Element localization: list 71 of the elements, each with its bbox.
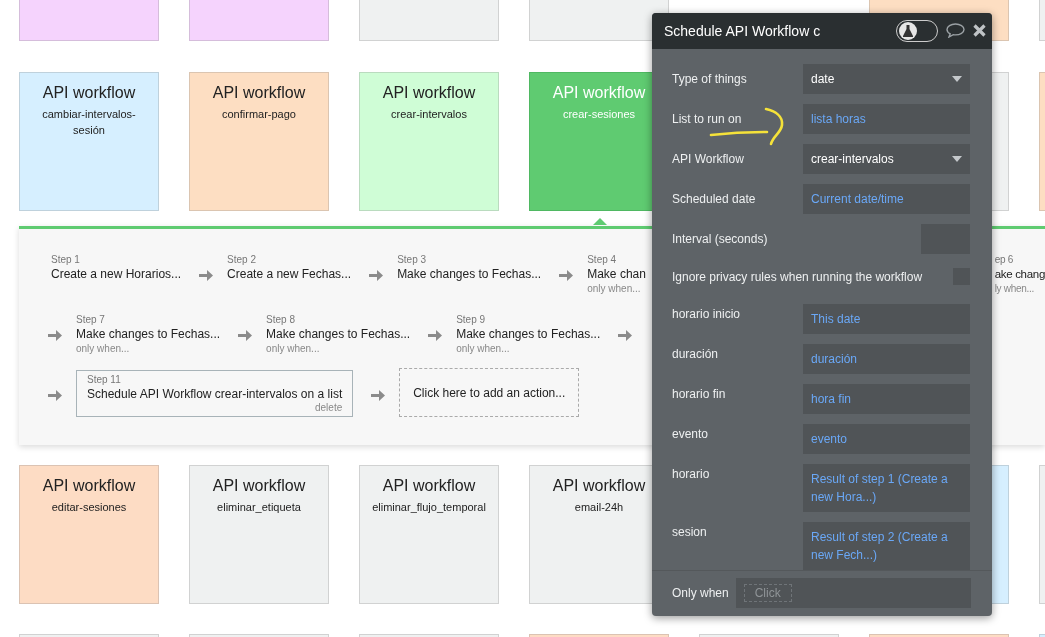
workflow-card[interactable]: API workflow eliminar_flujo_temporal — [359, 465, 499, 604]
card-title: API workflow — [551, 476, 647, 496]
field-label: duración — [672, 345, 719, 362]
step-label: Step 7 — [76, 314, 106, 326]
workflow-card[interactable]: API workflow eliminar_etiqueta — [189, 465, 329, 604]
card-name: eliminar_etiqueta — [216, 500, 302, 515]
caret-icon — [952, 75, 962, 82]
close-icon[interactable] — [973, 24, 986, 38]
card-title: API workflow — [41, 476, 137, 496]
field-label: horario — [672, 465, 710, 482]
step-label: Step 4 — [587, 254, 618, 266]
workflow-card[interactable]: API workflow confirmar-pago — [189, 72, 329, 211]
step-title[interactable]: Make changes to Fechas... — [266, 326, 411, 342]
workflow-card[interactable]: API workflow editar-sesiones — [19, 465, 159, 604]
field-label: Type of things — [672, 70, 747, 87]
card-name: crear-sesiones — [561, 107, 637, 122]
dropdown[interactable]: date — [803, 63, 970, 94]
step-title[interactable]: Schedule API Workflow crear-intervalos on a list — [87, 386, 343, 402]
editor-title: Schedule API Workflow c — [664, 22, 822, 39]
step-label: Step 1 — [51, 254, 81, 266]
field-label: evento — [672, 425, 709, 442]
flask-icon — [903, 24, 913, 37]
card-title: API workflow — [551, 83, 647, 103]
field-label: Scheduled date — [672, 190, 756, 207]
step-condition: only when... — [456, 342, 511, 355]
step-title[interactable]: ake chang — [994, 266, 1045, 282]
card-name: cambiar-intervalos-sesión — [41, 107, 137, 138]
field-label: horario inicio — [672, 305, 741, 322]
delete-link[interactable]: delete — [315, 402, 343, 414]
workflow-card[interactable]: API workflow cambiar-intervalos-sesión — [19, 72, 159, 211]
step-title[interactable]: Make changes to Fechas... — [76, 326, 221, 342]
workflow-card[interactable]: API workflow crear-intervalos — [359, 72, 499, 211]
step-title[interactable]: Make changes to Fechas... — [456, 326, 601, 342]
step-label: Step 3 — [397, 254, 428, 266]
field-label: Interval (seconds) — [672, 230, 768, 247]
step-condition: only when... — [266, 342, 321, 355]
arrow-icon — [371, 389, 386, 402]
step-label: Step 9 — [456, 314, 487, 326]
card-title: API workflow — [41, 83, 137, 103]
step-condition: only when... — [76, 342, 131, 355]
field-label: sesion — [672, 523, 707, 540]
step-condition: ly when... — [994, 282, 1035, 295]
card-title: API workflow — [211, 476, 307, 496]
comment-icon[interactable] — [946, 23, 965, 39]
field-label: API Workflow — [672, 150, 744, 167]
caret-icon — [952, 155, 962, 162]
field-label: Ignore privacy rules when running the workflow — [672, 268, 923, 285]
card-title: API workflow — [211, 83, 307, 103]
add-action-button[interactable]: Click here to add an action... — [399, 368, 580, 417]
placeholder: Click — [743, 584, 792, 603]
step-label: Step 8 — [266, 314, 296, 326]
card-name: crear-intervalos — [390, 107, 468, 122]
step-label: ep 6 — [994, 254, 1014, 266]
dropdown[interactable]: crear-intervalos — [803, 143, 970, 174]
step-label: Step 11 — [87, 374, 122, 386]
card-title: API workflow — [381, 83, 477, 103]
step-title[interactable]: Make chan — [587, 266, 646, 282]
card-name: email-24h — [573, 500, 625, 515]
card-title: API workflow — [381, 476, 477, 496]
step-label: Step 2 — [227, 254, 257, 266]
card-name: confirmar-pago — [221, 107, 297, 122]
step-title[interactable]: Create a new Horarios... — [51, 266, 182, 282]
step-condition: only when... — [587, 282, 642, 295]
field-label: Only when — [672, 585, 729, 602]
field-label: horario fin — [672, 385, 726, 402]
step-title[interactable]: Make changes to Fechas... — [397, 266, 542, 282]
step-title[interactable]: Create a new Fechas... — [227, 266, 352, 282]
step-card[interactable]: Step 11 Schedule API Workflow crear-intervalos on a list delete — [76, 370, 354, 417]
field-label: List to run on — [672, 110, 742, 127]
card-name: editar-sesiones — [50, 500, 128, 515]
card-name: eliminar_flujo_temporal — [371, 500, 487, 515]
